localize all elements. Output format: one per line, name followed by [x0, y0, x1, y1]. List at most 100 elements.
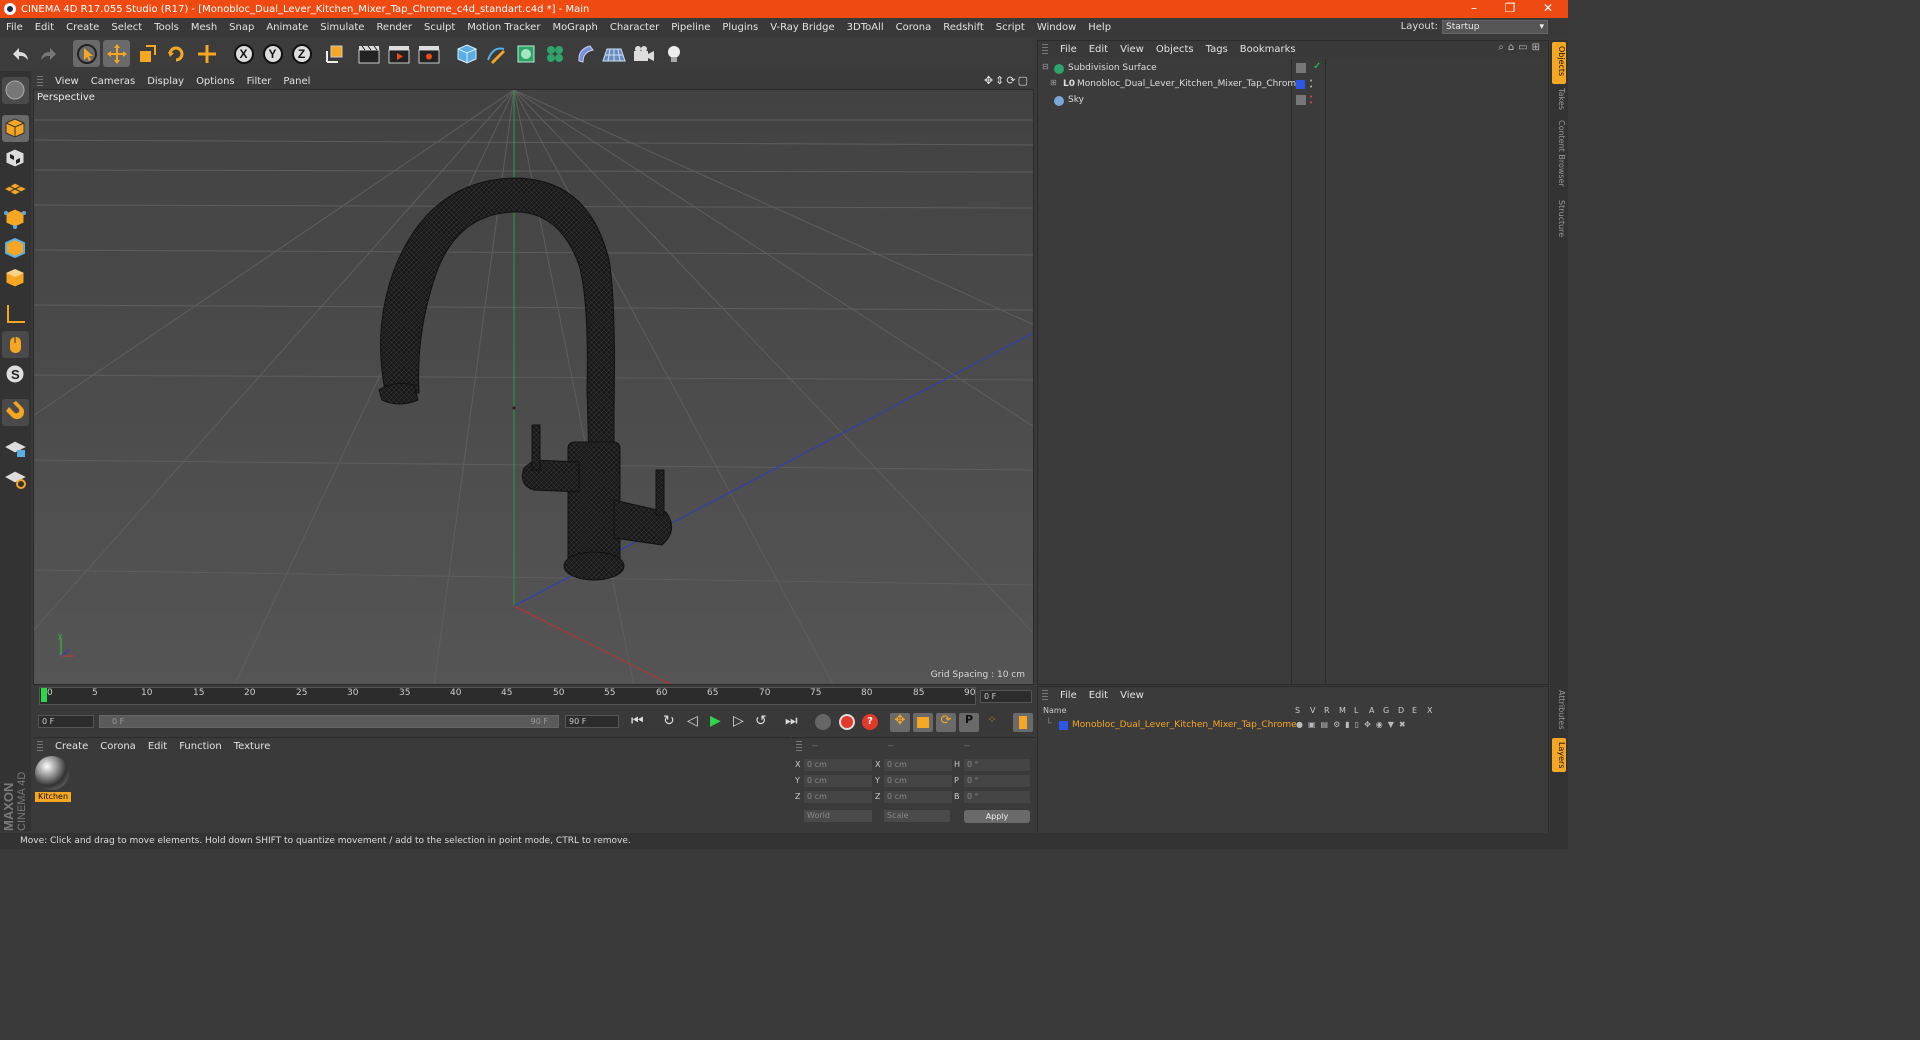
play-icon[interactable]: ▶: [710, 713, 721, 729]
viewport-menu-view[interactable]: View: [49, 76, 85, 87]
keyframe-pla-icon[interactable]: ⁘: [982, 713, 1002, 732]
menu-redshift[interactable]: Redshift: [937, 22, 990, 33]
go-to-end-icon[interactable]: ⏭: [785, 713, 798, 729]
redo-button[interactable]: [35, 40, 62, 67]
object-menu-tags[interactable]: Tags: [1200, 44, 1234, 55]
menu-animate[interactable]: Animate: [260, 22, 314, 33]
menu-character[interactable]: Character: [604, 22, 665, 33]
render-to-picture-viewer-button[interactable]: [385, 40, 412, 67]
menu-help[interactable]: Help: [1082, 22, 1117, 33]
visibility-toggle-icon[interactable]: [1296, 95, 1306, 105]
apply-button[interactable]: Apply: [964, 810, 1030, 823]
object-manager-search-icons[interactable]: ⌕⌂▭⊞: [1498, 42, 1544, 53]
recent-tool-button[interactable]: [193, 40, 220, 67]
edges-mode-button[interactable]: [2, 235, 29, 262]
add-environment-button[interactable]: [600, 40, 627, 67]
add-light-button[interactable]: [660, 40, 687, 67]
menu-simulate[interactable]: Simulate: [314, 22, 370, 33]
tab-attributes[interactable]: Attributes: [1552, 690, 1566, 730]
size-x-field[interactable]: 0 cm: [884, 759, 952, 771]
layer-menu-file[interactable]: File: [1054, 690, 1083, 701]
render-settings-button[interactable]: [415, 40, 442, 67]
menu-3dtoall[interactable]: 3DToAll: [841, 22, 890, 33]
snap-button[interactable]: S: [2, 361, 29, 388]
rotate-tool-button[interactable]: [162, 40, 189, 67]
preview-range-slider[interactable]: 0 F 90 F: [99, 715, 559, 728]
end-frame-field[interactable]: 90 F: [565, 715, 619, 728]
rotation-h-field[interactable]: 0 °: [964, 759, 1030, 771]
material-menu-edit[interactable]: Edit: [142, 741, 173, 752]
layout-select[interactable]: Startup ▾: [1442, 20, 1548, 34]
menu-window[interactable]: Window: [1031, 22, 1082, 33]
previous-frame-icon[interactable]: ◁: [687, 713, 698, 729]
restore-button[interactable]: ❐: [1492, 0, 1528, 18]
next-key-icon[interactable]: ↺: [755, 713, 767, 729]
menu-motion-tracker[interactable]: Motion Tracker: [461, 22, 546, 33]
material-menu-function[interactable]: Function: [173, 741, 228, 752]
viewport-navigation-icons[interactable]: ✥⇕⟳▢: [984, 74, 1030, 87]
menu-edit[interactable]: Edit: [29, 22, 60, 33]
z-axis-lock-button[interactable]: Z: [288, 40, 315, 67]
layer-flag-icons[interactable]: ●▣▤⚙▮▯✥◉▼✖: [1296, 720, 1411, 729]
minimize-button[interactable]: –: [1456, 0, 1492, 18]
menu-tools[interactable]: Tools: [148, 22, 185, 33]
viewport-menu-panel[interactable]: Panel: [277, 76, 316, 87]
add-mograph-button[interactable]: [541, 40, 568, 67]
position-z-field[interactable]: 0 cm: [804, 791, 872, 803]
size-mode-select[interactable]: Scale: [884, 810, 950, 822]
add-camera-button[interactable]: [630, 40, 657, 67]
tweak-mode-button[interactable]: [2, 331, 29, 358]
viewport-menu-options[interactable]: Options: [190, 76, 241, 87]
menu-render[interactable]: Render: [370, 22, 418, 33]
coordinate-space-select[interactable]: World: [804, 810, 872, 822]
material-swatch[interactable]: Kitchen: [35, 756, 71, 804]
tab-layers[interactable]: Layers: [1552, 742, 1566, 768]
menu-sculpt[interactable]: Sculpt: [418, 22, 461, 33]
material-menu-corona[interactable]: Corona: [94, 741, 142, 752]
add-deformer-button[interactable]: [571, 40, 598, 67]
keyframe-scale-icon[interactable]: [913, 713, 933, 732]
menu-pipeline[interactable]: Pipeline: [665, 22, 716, 33]
lock-workplane-button[interactable]: [2, 435, 29, 462]
position-y-field[interactable]: 0 cm: [804, 775, 872, 787]
object-menu-objects[interactable]: Objects: [1150, 44, 1200, 55]
object-menu-file[interactable]: File: [1054, 44, 1083, 55]
position-x-field[interactable]: 0 cm: [804, 759, 872, 771]
make-editable-button[interactable]: [2, 77, 29, 104]
object-row-sky[interactable]: Sky • •: [1038, 93, 1548, 109]
add-spline-button[interactable]: [482, 40, 509, 67]
add-cube-button[interactable]: [453, 40, 480, 67]
viewport-menu-cameras[interactable]: Cameras: [85, 76, 141, 87]
current-frame-field[interactable]: 0 F: [980, 690, 1032, 703]
menu-create[interactable]: Create: [60, 22, 105, 33]
menu-plugins[interactable]: Plugins: [716, 22, 764, 33]
keyframe-position-icon[interactable]: ✥: [890, 713, 910, 732]
workplane-mode-button[interactable]: [2, 175, 29, 202]
material-menu-texture[interactable]: Texture: [228, 741, 277, 752]
scale-tool-button[interactable]: [133, 40, 160, 67]
menu-file[interactable]: File: [0, 22, 29, 33]
previous-key-icon[interactable]: ↻: [663, 713, 675, 729]
menu-mograph[interactable]: MoGraph: [546, 22, 603, 33]
record-disabled-icon[interactable]: [815, 714, 831, 730]
autokey-icon[interactable]: ?: [862, 714, 878, 730]
next-frame-icon[interactable]: ▷: [733, 713, 744, 729]
model-mode-button[interactable]: [2, 115, 29, 142]
close-button[interactable]: ✕: [1530, 0, 1566, 18]
visibility-toggle-icon[interactable]: [1296, 63, 1306, 73]
menu-mesh[interactable]: Mesh: [185, 22, 223, 33]
y-axis-lock-button[interactable]: Y: [259, 40, 286, 67]
tab-structure[interactable]: Structure: [1552, 200, 1566, 237]
rotation-b-field[interactable]: 0 °: [964, 791, 1030, 803]
object-menu-view[interactable]: View: [1114, 44, 1150, 55]
keyframe-parameter-icon[interactable]: P: [959, 713, 979, 732]
polygons-mode-button[interactable]: [2, 265, 29, 292]
planar-workplane-button[interactable]: [2, 465, 29, 492]
live-selection-button[interactable]: [73, 40, 100, 67]
layer-menu-view[interactable]: View: [1114, 690, 1150, 701]
menu-vray-bridge[interactable]: V-Ray Bridge: [764, 22, 840, 33]
enabled-check-icon[interactable]: ✓: [1313, 61, 1321, 72]
timeline-window-icon[interactable]: [1013, 713, 1033, 732]
viewport-menu-display[interactable]: Display: [141, 76, 190, 87]
timeline-ruler[interactable]: 0 5 10 15 20 25 30 35 40 45 50 55 60 65 …: [33, 686, 1034, 712]
